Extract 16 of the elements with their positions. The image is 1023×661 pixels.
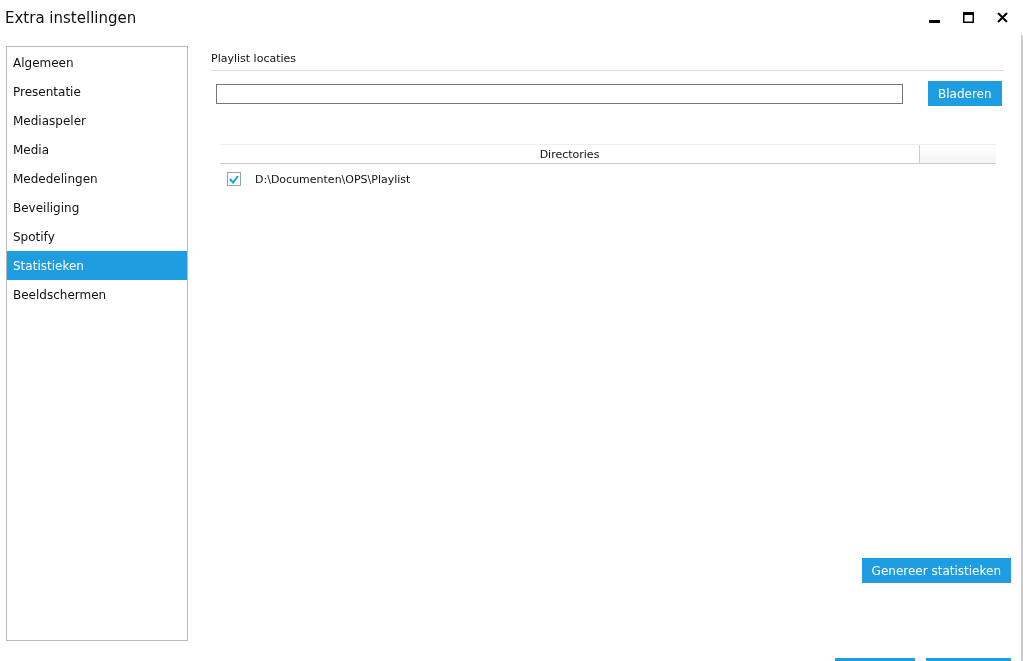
- column-header: Directories: [538, 146, 601, 163]
- checkbox[interactable]: [227, 172, 241, 186]
- sidebar-item[interactable]: Beveiliging: [7, 193, 187, 222]
- sidebar-item[interactable]: Presentatie: [7, 77, 187, 106]
- sidebar-item[interactable]: Media: [7, 135, 187, 164]
- sidebar-item[interactable]: Mededelingen: [7, 164, 187, 193]
- window-title: Extra instellingen: [5, 8, 138, 27]
- path-input-field[interactable]: [216, 83, 903, 104]
- sidebar-item[interactable]: Mediaspeler: [7, 106, 187, 135]
- sidebar-item[interactable]: Beeldschermen: [7, 280, 187, 309]
- sidebar-item[interactable]: Spotify: [7, 222, 187, 251]
- close-icon[interactable]: [996, 12, 1008, 23]
- section-title: Playlist locaties: [211, 52, 1004, 71]
- sidebar-item[interactable]: Algemeen: [7, 48, 187, 77]
- maximize-icon[interactable]: [962, 12, 974, 23]
- directory-path: D:\Documenten\OPS\Playlist: [255, 172, 411, 186]
